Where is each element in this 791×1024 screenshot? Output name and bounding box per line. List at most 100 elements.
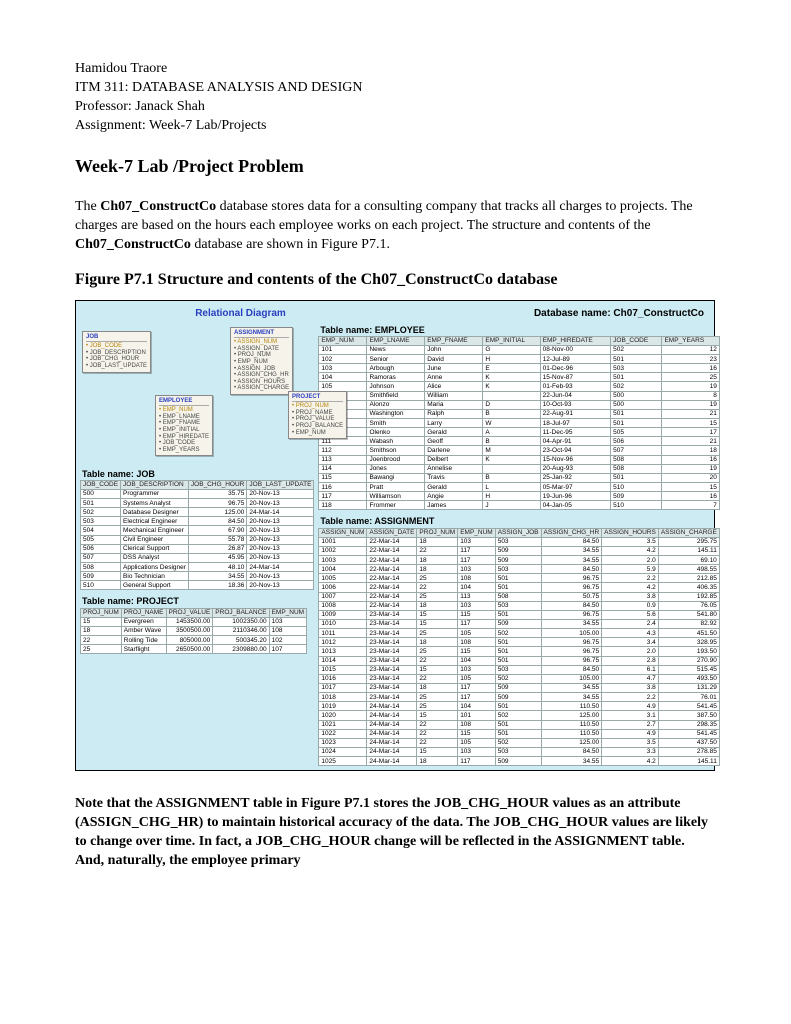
table-row: 100122-Mar-141810350384.503.5295.75 — [319, 537, 719, 546]
cell: 108 — [269, 626, 307, 635]
cell: 22-Mar-14 — [367, 565, 417, 574]
table-row: 107AlonzoMariaD10-Oct-9350019 — [319, 400, 719, 409]
col-header: EMP_INITIAL — [483, 336, 540, 345]
cell: 96.75 — [541, 647, 602, 656]
entity-job: JOB• JOB_CODE• JOB_DESCRIPTION• JOB_CHG_… — [82, 331, 151, 373]
cell: 502 — [611, 345, 662, 354]
cell: 24-Mar-14 — [247, 508, 314, 517]
cell: 20-Nov-13 — [247, 499, 314, 508]
cell: Joenbrood — [367, 455, 425, 464]
cell: 112 — [319, 446, 367, 455]
table-row: 108WashingtonRalphB22-Aug-9150121 — [319, 409, 719, 418]
cell: 22 — [417, 738, 458, 747]
entity-field: • JOB_CODE — [159, 440, 209, 447]
cell: 48.10 — [188, 563, 246, 572]
cell: 118 — [319, 501, 367, 510]
cell: 101 — [458, 711, 496, 720]
cell: 108 — [458, 638, 496, 647]
cell: 1023 — [319, 738, 367, 747]
cell: 131.29 — [658, 683, 719, 692]
cell: 15 — [417, 711, 458, 720]
col-header: EMP_FNAME — [425, 336, 483, 345]
cell: 117 — [458, 757, 496, 766]
cell: G — [483, 345, 540, 354]
cell: 1024 — [319, 747, 367, 756]
cell: 1003 — [319, 556, 367, 565]
cell: 1011 — [319, 629, 367, 638]
cell: H — [483, 355, 540, 364]
table-row: 18Amber Wave3500500.002110346.00108 — [81, 626, 307, 635]
cell: 24-Mar-14 — [367, 747, 417, 756]
table-row: 101223-Mar-141810850196.753.4328.95 — [319, 638, 719, 647]
cell: 25 — [417, 702, 458, 711]
cell: 35.75 — [188, 489, 246, 498]
col-header: EMP_NUM — [458, 528, 496, 537]
cell: 22-Jun-04 — [540, 391, 611, 400]
project-table-wrap: Table name: PROJECT PROJ_NUMPROJ_NAMEPRO… — [80, 594, 314, 654]
intro-b2: Ch07_ConstructCo — [75, 237, 191, 252]
cell: 34.55 — [541, 546, 602, 555]
col-header: JOB_CODE — [611, 336, 662, 345]
entity-field: • ASSIGN_HOURS — [234, 379, 289, 386]
cell: 23-Mar-14 — [367, 665, 417, 674]
table-row: 102524-Mar-141811750934.554.2145.11 — [319, 757, 719, 766]
cell: 102 — [269, 636, 307, 645]
cell: 502 — [611, 382, 662, 391]
cell: 541.45 — [658, 702, 719, 711]
cell: 509 — [495, 683, 541, 692]
cell: 145.11 — [658, 546, 719, 555]
cell: 3500500.00 — [166, 626, 213, 635]
table-row: 106SmithfieldWilliam22-Jun-045008 — [319, 391, 719, 400]
cell: Jones — [367, 464, 425, 473]
cell: 278.85 — [658, 747, 719, 756]
cell: 18 — [81, 626, 122, 635]
cell: 19 — [662, 382, 719, 391]
cell: J — [483, 501, 540, 510]
cell: 25 — [417, 647, 458, 656]
cell: 12 — [662, 345, 719, 354]
cell: 117 — [458, 619, 496, 628]
cell: 328.95 — [658, 638, 719, 647]
cell: Wabash — [367, 437, 425, 446]
cell: Travis — [425, 473, 483, 482]
cell: 4.7 — [602, 674, 659, 683]
cell: 501 — [611, 355, 662, 364]
cell: 104 — [458, 702, 496, 711]
table-row: 100622-Mar-142210450196.754.2406.35 — [319, 583, 719, 592]
cell: 501 — [611, 409, 662, 418]
cell: David — [425, 355, 483, 364]
cell: 24-Mar-14 — [367, 702, 417, 711]
table-row: 100422-Mar-141810350384.505.9498.55 — [319, 565, 719, 574]
col-header: JOB_DESCRIPTION — [121, 480, 189, 489]
cell: 501 — [81, 499, 121, 508]
cell: 22 — [417, 656, 458, 665]
cell: 20-Nov-13 — [247, 553, 314, 562]
employee-table-label: Table name: EMPLOYEE — [318, 323, 719, 336]
cell: 501 — [495, 720, 541, 729]
table-row: 100522-Mar-142510850196.752.2212.85 — [319, 574, 719, 583]
cell: Starflight — [121, 645, 166, 654]
table-row: 102024-Mar-1415101502125.003.1387.50 — [319, 711, 719, 720]
cell: 2.8 — [602, 656, 659, 665]
note-paragraph: Note that the ASSIGNMENT table in Figure… — [75, 795, 716, 871]
cell: 103 — [269, 617, 307, 626]
cell: 1453500.00 — [166, 617, 213, 626]
cell: 509 — [611, 492, 662, 501]
cell: 114 — [319, 464, 367, 473]
entity-assignment: ASSIGNMENT• ASSIGN_NUM• ASSIGN_DATE• PRO… — [230, 327, 293, 395]
cell: 501 — [495, 638, 541, 647]
entity-field: • ASSIGN_DATE — [234, 346, 289, 353]
cell: 11-Dec-95 — [540, 428, 611, 437]
cell: 96.75 — [541, 574, 602, 583]
cell: 1001 — [319, 537, 367, 546]
cell: 24-Mar-14 — [367, 711, 417, 720]
col-header: ASSIGN_CHARGE — [658, 528, 719, 537]
entity-employee: EMPLOYEE• EMP_NUM• EMP_LNAME• EMP_FNAME•… — [155, 395, 213, 457]
cell: Alice — [425, 382, 483, 391]
cell: 20-Nov-13 — [247, 544, 314, 553]
cell: H — [483, 492, 540, 501]
cell: 24-Mar-14 — [247, 563, 314, 572]
cell: 23-Mar-14 — [367, 610, 417, 619]
cell: 1022 — [319, 729, 367, 738]
table-row: 101423-Mar-142210450196.752.8270.90 — [319, 656, 719, 665]
